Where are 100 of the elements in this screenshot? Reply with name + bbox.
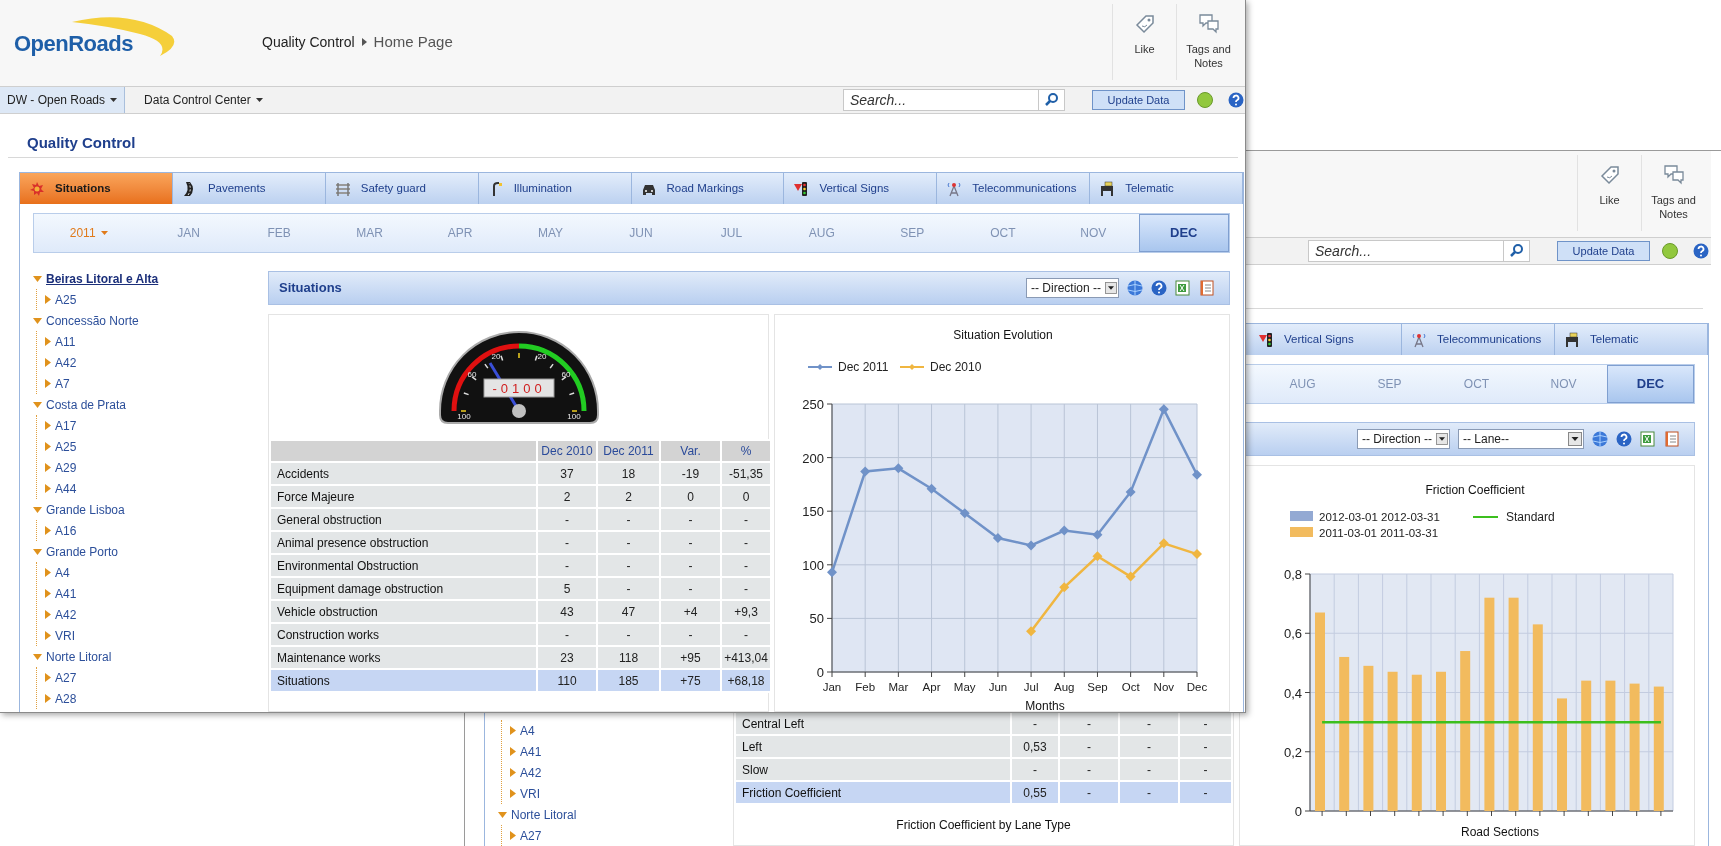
dropdown[interactable]: -- Direction -- xyxy=(1026,278,1119,298)
legend-swatch-icon xyxy=(1290,511,1313,521)
guardrail-icon xyxy=(334,180,351,197)
help-icon[interactable] xyxy=(1228,92,1244,108)
tree-item[interactable]: A42 xyxy=(520,763,542,782)
collapsed-arrow-icon[interactable] xyxy=(45,631,51,640)
search-button[interactable] xyxy=(1504,240,1530,262)
collapsed-arrow-icon[interactable] xyxy=(510,747,516,756)
globe-icon[interactable] xyxy=(1127,280,1143,296)
collapsed-arrow-icon[interactable] xyxy=(45,358,51,367)
tree-item[interactable]: A4 xyxy=(55,563,70,582)
expanded-arrow-icon[interactable] xyxy=(33,275,42,282)
collapsed-arrow-icon[interactable] xyxy=(45,526,51,535)
tree-item[interactable]: A42 xyxy=(55,605,77,624)
collapsed-arrow-icon[interactable] xyxy=(510,789,516,798)
tree-item[interactable]: A4 xyxy=(520,721,535,740)
action-button[interactable]: Like xyxy=(1577,155,1641,231)
dropdown[interactable]: -- Lane-- xyxy=(1458,429,1584,449)
collapsed-arrow-icon[interactable] xyxy=(510,726,516,735)
collapsed-arrow-icon[interactable] xyxy=(45,589,51,598)
tree-item[interactable]: Costa de Prata xyxy=(46,395,127,414)
help-icon[interactable] xyxy=(1693,243,1709,259)
help-icon[interactable] xyxy=(1151,280,1167,296)
spreadsheet-export-icon[interactable] xyxy=(1175,280,1191,296)
legend-label: 2011-03-01 2011-03-31 xyxy=(1319,527,1439,539)
tree-item[interactable]: A11 xyxy=(55,332,76,351)
tree-item[interactable]: A27 xyxy=(520,826,542,845)
status-indicator xyxy=(1197,92,1213,108)
tree-item[interactable]: A7 xyxy=(55,374,70,393)
tree-item[interactable]: A16 xyxy=(55,521,77,540)
expanded-arrow-icon[interactable] xyxy=(33,506,42,513)
axis-label: Jun xyxy=(988,681,1008,693)
collapsed-arrow-icon[interactable] xyxy=(45,694,51,703)
action-button[interactable]: Like xyxy=(1112,4,1176,80)
collapsed-arrow-icon[interactable] xyxy=(45,337,51,346)
collapsed-arrow-icon[interactable] xyxy=(45,673,51,682)
axis-label: 0 xyxy=(1294,804,1302,819)
globe-icon[interactable] xyxy=(1592,431,1608,447)
collapsed-arrow-icon[interactable] xyxy=(510,831,516,840)
tree-item[interactable]: A41 xyxy=(55,584,77,603)
search-button[interactable] xyxy=(1039,89,1065,111)
update-data-button[interactable]: Update Data xyxy=(1557,241,1650,261)
tree-item[interactable]: A27 xyxy=(55,668,77,687)
axis-label: 250 xyxy=(802,397,824,412)
expanded-arrow-icon[interactable] xyxy=(33,317,42,324)
column-header: Dec 2010 xyxy=(537,440,597,462)
expanded-arrow-icon[interactable] xyxy=(498,811,507,818)
tree-item[interactable]: Norte Litoral xyxy=(46,647,112,666)
nav-menu[interactable]: DW - Open Roads xyxy=(0,87,126,113)
nav-menu[interactable]: Data Control Center xyxy=(137,87,270,113)
axis-title: Months xyxy=(1025,699,1065,712)
category-tab[interactable]: Situations xyxy=(20,173,173,204)
column-header: Var. xyxy=(660,440,721,462)
collapsed-arrow-icon[interactable] xyxy=(45,421,51,430)
tree-item[interactable]: A41 xyxy=(520,742,542,761)
data-point xyxy=(992,533,1003,543)
help-icon[interactable] xyxy=(1616,431,1632,447)
tree-item[interactable]: A28 xyxy=(55,689,77,708)
expanded-arrow-icon[interactable] xyxy=(33,548,42,555)
collapsed-arrow-icon[interactable] xyxy=(45,568,51,577)
tree-item[interactable]: A42 xyxy=(55,353,77,372)
breadcrumb-item[interactable]: Quality Control xyxy=(262,31,355,53)
data-point xyxy=(1059,582,1070,593)
kiosk-icon xyxy=(1564,331,1580,348)
tree-item[interactable]: Grande Lisboa xyxy=(46,500,125,519)
tree-item[interactable]: VRI xyxy=(55,626,75,645)
action-button[interactable]: Tags and Notes xyxy=(1176,4,1240,80)
search-field[interactable]: Search... xyxy=(1308,240,1504,262)
tree-item[interactable]: A17 xyxy=(55,416,77,435)
month-tab[interactable]: DEC xyxy=(1138,214,1229,252)
collapsed-arrow-icon[interactable] xyxy=(45,295,51,304)
spreadsheet-export-icon[interactable] xyxy=(1640,431,1656,447)
tree-item[interactable]: Grande Porto xyxy=(46,542,119,561)
month-tab[interactable]: DEC xyxy=(1607,365,1694,403)
tree-item[interactable]: Beiras Litoral e Alta xyxy=(46,269,159,288)
dropdown[interactable]: -- Direction -- xyxy=(1357,429,1450,449)
update-data-button[interactable]: Update Data xyxy=(1092,90,1185,110)
search-field[interactable]: Search... xyxy=(843,89,1039,111)
collapsed-arrow-icon[interactable] xyxy=(45,442,51,451)
expanded-arrow-icon[interactable] xyxy=(33,401,42,408)
expanded-arrow-icon[interactable] xyxy=(33,653,42,660)
collapsed-arrow-icon[interactable] xyxy=(45,379,51,388)
collapsed-arrow-icon[interactable] xyxy=(45,610,51,619)
document-icon[interactable] xyxy=(1664,431,1680,447)
collapsed-arrow-icon[interactable] xyxy=(45,463,51,472)
collapsed-arrow-icon[interactable] xyxy=(45,484,51,493)
document-icon[interactable] xyxy=(1199,280,1215,296)
gauge-scale-label: 100 xyxy=(566,412,581,421)
tree-item[interactable]: Norte Litoral xyxy=(511,805,577,824)
tree-item[interactable]: A29 xyxy=(55,458,77,477)
axis-label: 0,6 xyxy=(1283,626,1302,642)
tree-item[interactable]: A25 xyxy=(55,290,77,309)
tree-item[interactable]: A44 xyxy=(55,479,77,498)
tree-item[interactable]: Concessão Norte xyxy=(46,311,139,330)
legend-label: Standard xyxy=(1506,510,1555,524)
tree-item[interactable]: VRI xyxy=(520,784,540,803)
action-button[interactable]: Tags and Notes xyxy=(1641,155,1705,231)
speech-bubbles-icon xyxy=(1661,163,1686,187)
tree-item[interactable]: A25 xyxy=(55,437,77,456)
collapsed-arrow-icon[interactable] xyxy=(510,768,516,777)
